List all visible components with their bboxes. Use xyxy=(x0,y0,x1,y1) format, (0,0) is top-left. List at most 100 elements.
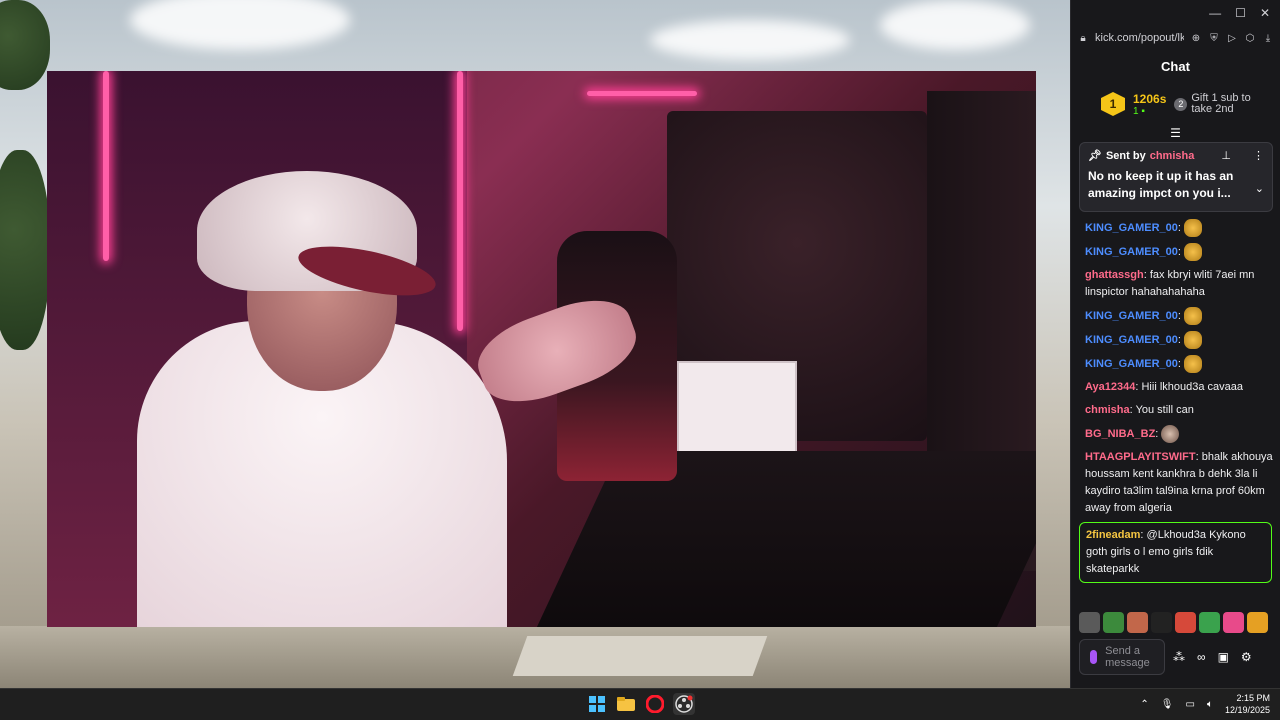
gift-box-icon[interactable]: ▣ xyxy=(1218,650,1229,664)
chat-text: You still can xyxy=(1135,404,1194,416)
pinned-message[interactable]: 📌︎ Sent by chmisha No no keep it up it h… xyxy=(1079,142,1273,212)
clock-date: 12/19/2025 xyxy=(1224,705,1270,715)
emote-icon[interactable] xyxy=(1223,612,1244,633)
tree xyxy=(0,150,50,350)
chat-message[interactable]: chmisha: You still can xyxy=(1085,399,1274,422)
more-options-icon[interactable]: ⋮ xyxy=(1253,149,1264,162)
taskbar-apps xyxy=(586,693,695,715)
opera-browser-icon[interactable] xyxy=(644,693,666,715)
cloud xyxy=(650,20,850,60)
chat-username[interactable]: KING_GAMER_00 xyxy=(1085,334,1178,346)
gift-text: Gift 1 sub to take 2nd xyxy=(1191,92,1251,115)
chat-username[interactable]: KING_GAMER_00 xyxy=(1085,222,1178,234)
chevron-down-icon[interactable]: ⌄ xyxy=(1255,182,1264,195)
play-icon[interactable]: ▷ xyxy=(1226,32,1238,44)
cloud xyxy=(130,0,350,50)
sent-by-label: Sent by xyxy=(1105,149,1146,162)
neon-strip xyxy=(457,71,463,331)
clock-time: 2:15 PM xyxy=(1236,693,1270,703)
emote-icon[interactable] xyxy=(1079,612,1100,633)
zoom-icon[interactable]: ⊕ xyxy=(1190,32,1202,44)
pinned-text: No no keep it up it has an amazing impct… xyxy=(1088,169,1234,200)
chat-message[interactable]: BG_NIBA_BZ: xyxy=(1085,422,1274,446)
clock[interactable]: 2:15 PM 12/19/2025 xyxy=(1225,692,1270,716)
chat-message[interactable]: KING_GAMER_00: xyxy=(1085,216,1274,240)
chat-panel: — ☐ ✕ 🔒︎ kick.com/popout/lk ⊕ ⛨ ▷ ⬡ ⤓ Ch… xyxy=(1070,0,1280,688)
chat-username[interactable]: chmisha xyxy=(1085,404,1130,416)
chevron-up-icon[interactable]: ⌃ xyxy=(1140,699,1148,710)
tree xyxy=(0,0,50,90)
neon-strip xyxy=(587,91,697,96)
chat-message[interactable]: ghattassgh: fax kbryi wliti 7aei mn lins… xyxy=(1085,264,1274,304)
emote-picker-icon[interactable]: ⁂ xyxy=(1173,650,1185,664)
chat-username[interactable]: KING_GAMER_00 xyxy=(1085,358,1178,370)
leader-stats: 1206s 1 ▪ xyxy=(1133,92,1166,117)
address-bar: 🔒︎ kick.com/popout/lk ⊕ ⛨ ▷ ⬡ ⤓ xyxy=(1071,26,1280,50)
emote-icon[interactable] xyxy=(1199,612,1220,633)
emote-bar xyxy=(1079,612,1268,633)
window-controls: — ☐ ✕ xyxy=(1071,0,1280,26)
chat-username[interactable]: Aya12344 xyxy=(1085,381,1135,393)
extensions-icon[interactable]: ⬡ xyxy=(1244,32,1256,44)
chat-input[interactable]: Send a message xyxy=(1079,639,1165,675)
pray-emote-icon xyxy=(1184,243,1203,261)
cloud xyxy=(880,0,1030,50)
chat-message[interactable]: Aya12344: Hiii lkhoud3a cavaaa xyxy=(1085,376,1274,399)
neon-strip xyxy=(103,71,109,261)
filter-icon[interactable]: ☰ xyxy=(1071,126,1280,140)
lock-icon: 🔒︎ xyxy=(1080,32,1086,44)
maximize-icon[interactable]: ☐ xyxy=(1235,6,1246,20)
chat-username[interactable]: KING_GAMER_00 xyxy=(1085,310,1178,322)
pinned-controls: ⊥ ⋮ xyxy=(1221,149,1264,162)
chat-message[interactable]: KING_GAMER_00: xyxy=(1085,328,1274,352)
chat-message[interactable]: HTAAGPLAYITSWIFT: bhalk akhouya houssam … xyxy=(1085,446,1274,520)
chat-username[interactable]: BG_NIBA_BZ xyxy=(1085,428,1155,440)
microphone-tray-icon[interactable]: 🎙︎ xyxy=(1161,699,1174,710)
chat-username[interactable]: ghattassgh xyxy=(1085,269,1144,281)
chat-input-placeholder: Send a message xyxy=(1105,645,1150,669)
shield-icon[interactable]: ⛨ xyxy=(1208,32,1220,44)
obs-icon[interactable] xyxy=(673,693,695,715)
close-icon[interactable]: ✕ xyxy=(1260,6,1270,20)
leader-sub-count: 1 ▪ xyxy=(1133,106,1166,117)
gift-rank-badge: 2 xyxy=(1174,97,1188,111)
rank-badge: 1 xyxy=(1101,92,1125,116)
leaderboard[interactable]: 1 1206s 1 ▪ 2 Gift 1 sub to take 2nd xyxy=(1071,82,1280,126)
pin-icon: 📌︎ xyxy=(1088,150,1102,162)
infinity-icon[interactable]: ∞ xyxy=(1197,650,1206,664)
emote-icon[interactable] xyxy=(1247,612,1268,633)
network-icon[interactable]: ▭ xyxy=(1186,699,1195,710)
start-icon[interactable] xyxy=(586,693,608,715)
gift-cta[interactable]: 2 Gift 1 sub to take 2nd xyxy=(1174,93,1263,115)
file-explorer-icon[interactable] xyxy=(615,693,637,715)
chat-input-row: Send a message ⁂ ∞ ▣ ⚙ xyxy=(1079,638,1275,676)
pinned-sender[interactable]: chmisha xyxy=(1150,150,1195,162)
emote-icon[interactable] xyxy=(1103,612,1124,633)
chat-message[interactable]: KING_GAMER_00: xyxy=(1085,304,1274,328)
chat-username[interactable]: KING_GAMER_00 xyxy=(1085,246,1178,258)
emote-icon[interactable] xyxy=(1175,612,1196,633)
ground xyxy=(0,626,1070,688)
emote-icon[interactable] xyxy=(1127,612,1148,633)
input-actions: ⁂ ∞ ▣ ⚙ xyxy=(1173,650,1252,664)
microphone-icon[interactable] xyxy=(1090,650,1098,664)
chat-messages: KING_GAMER_00: KING_GAMER_00: ghattassgh… xyxy=(1071,212,1280,520)
chat-username[interactable]: HTAAGPLAYITSWIFT xyxy=(1085,451,1196,463)
emote-icon[interactable] xyxy=(1151,612,1172,633)
highlighted-user[interactable]: 2fineadam xyxy=(1086,529,1140,541)
unpin-icon[interactable]: ⊥ xyxy=(1221,149,1231,162)
highlighted-message[interactable]: 2fineadam: @Lkhoud3a Kykono goth girls o… xyxy=(1079,522,1272,583)
stream-video[interactable] xyxy=(47,71,1036,627)
download-icon[interactable]: ⤓ xyxy=(1262,32,1274,44)
pavement-stone xyxy=(512,636,768,676)
url-text[interactable]: kick.com/popout/lk xyxy=(1095,32,1184,44)
minimize-icon[interactable]: — xyxy=(1209,6,1221,20)
volume-icon[interactable]: 🔈︎ xyxy=(1207,699,1213,710)
chat-message[interactable]: KING_GAMER_00: xyxy=(1085,352,1274,376)
chat-message[interactable]: KING_GAMER_00: xyxy=(1085,240,1274,264)
settings-icon[interactable]: ⚙ xyxy=(1241,650,1252,664)
system-tray: ⌃ 🎙︎ ▭ 🔈︎ 2:15 PM 12/19/2025 xyxy=(1140,692,1270,716)
face-emote-icon xyxy=(1161,425,1180,443)
taskbar: ⌃ 🎙︎ ▭ 🔈︎ 2:15 PM 12/19/2025 xyxy=(0,688,1280,720)
chat-title: Chat xyxy=(1161,58,1190,74)
